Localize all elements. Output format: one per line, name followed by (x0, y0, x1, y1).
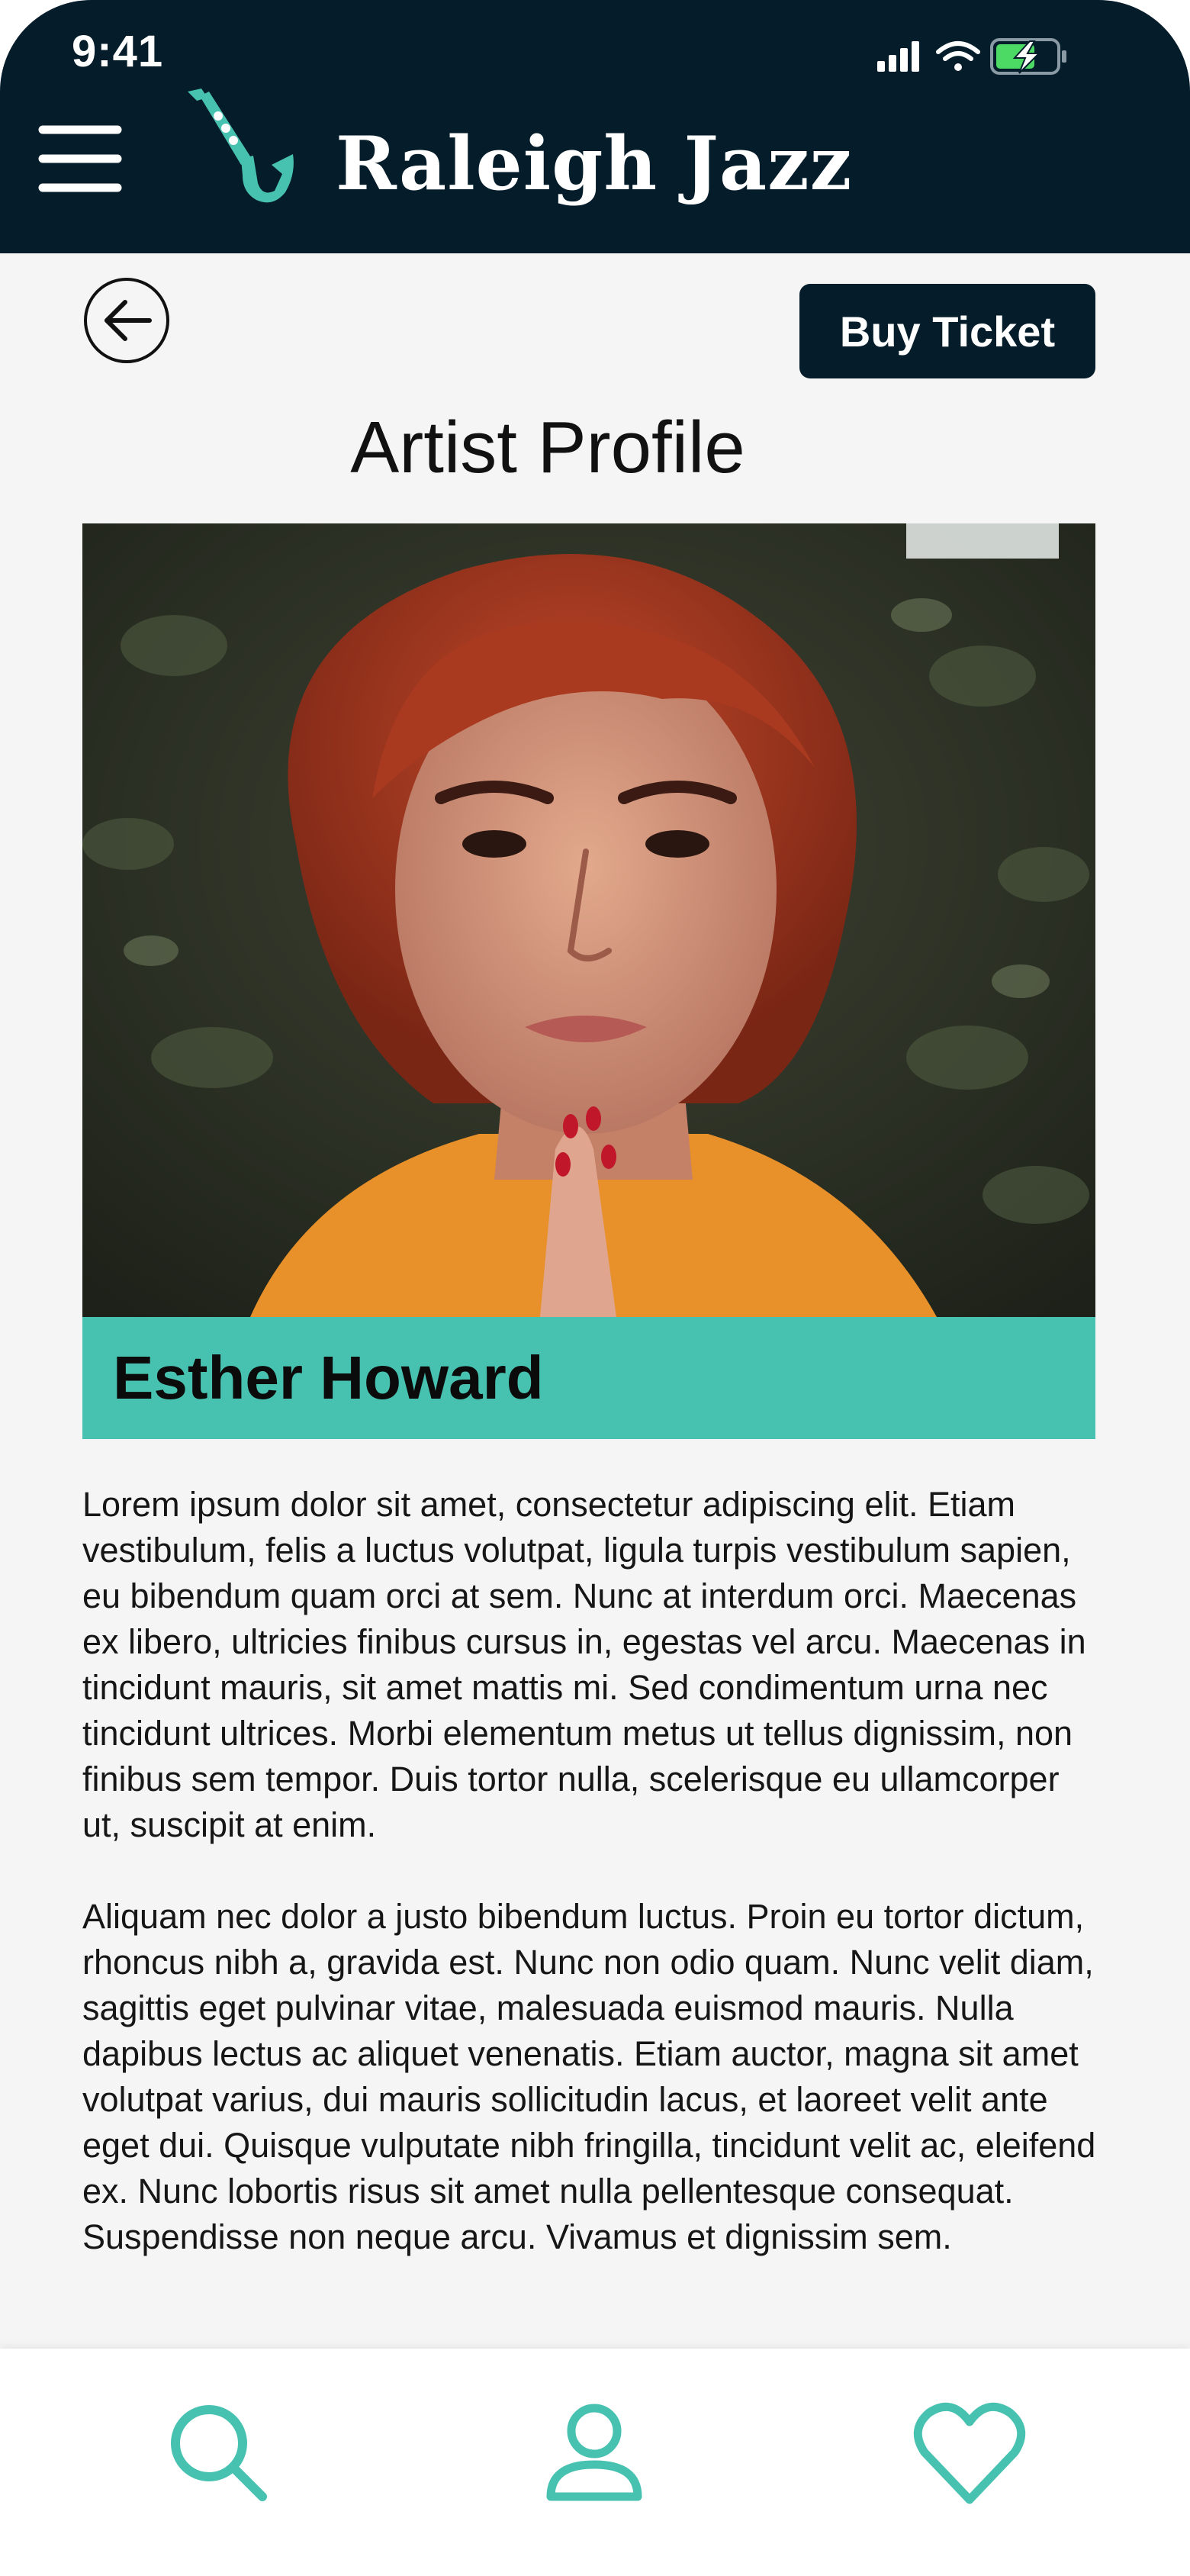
menu-icon (38, 125, 122, 192)
buy-ticket-button[interactable]: Buy Ticket (799, 284, 1095, 378)
search-icon (171, 2405, 267, 2501)
bio-paragraph: Aliquam nec dolor a justo bibendum luctu… (82, 1897, 1096, 2256)
arrow-left-icon (105, 300, 152, 341)
wifi-icon (936, 41, 980, 71)
nav-search-button[interactable] (162, 2396, 276, 2510)
signal-icon (877, 41, 919, 72)
artist-bio: Lorem ipsum dolor sit amet, consectetur … (82, 1482, 1097, 2306)
app-header: 9:41 Raleigh Jazz (0, 0, 1190, 253)
status-time: 9:41 (72, 27, 164, 76)
artist-name: Esther Howard (113, 1344, 544, 1412)
app-name: Raleigh Jazz (336, 121, 853, 207)
battery-icon (990, 38, 1066, 75)
profile-icon (546, 2404, 642, 2501)
bottom-nav (0, 2349, 1190, 2576)
app-screen: 9:41 Raleigh Jazz Buy Ticket Artist Prof… (0, 0, 1190, 2576)
status-icons (877, 38, 1066, 75)
nav-favorites-button[interactable] (912, 2396, 1027, 2510)
heart-icon (913, 2402, 1026, 2504)
page-title: Artist Profile (350, 407, 745, 488)
artist-name-bar: Esther Howard (82, 1317, 1095, 1439)
artist-photo (82, 523, 1095, 1317)
menu-button[interactable] (38, 122, 122, 195)
nav-profile-button[interactable] (537, 2396, 651, 2510)
back-button[interactable] (82, 276, 171, 365)
bio-paragraph: Lorem ipsum dolor sit amet, consectetur … (82, 1485, 1086, 1844)
saxophone-logo-icon (188, 89, 294, 203)
